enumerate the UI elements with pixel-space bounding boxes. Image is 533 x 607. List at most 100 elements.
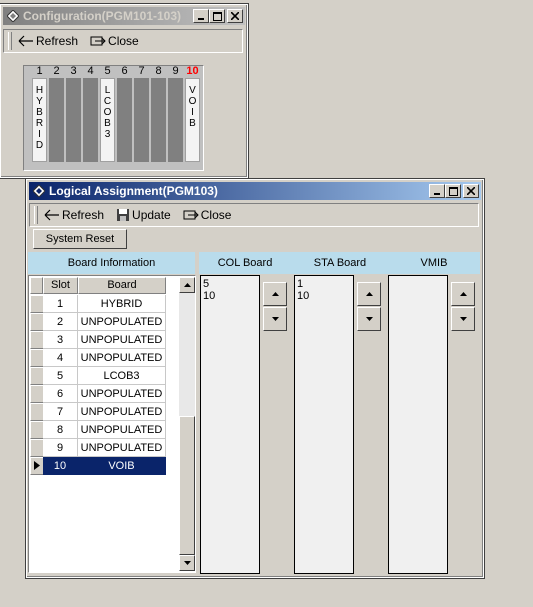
list-item[interactable]: 5 [203, 278, 257, 290]
table-row[interactable]: 8 UNPOPULATED [30, 421, 166, 439]
row-header[interactable] [30, 439, 44, 457]
maximize-button[interactable] [209, 9, 225, 23]
slot-cell[interactable]: 5 [43, 367, 78, 385]
board-grid-scrollbar[interactable] [179, 277, 195, 571]
refresh-label: Refresh [36, 34, 79, 48]
board-cell[interactable]: UNPOPULATED [78, 385, 166, 403]
slot-cell[interactable]: 8 [43, 421, 78, 439]
slot-card[interactable] [134, 78, 149, 162]
slot-card[interactable]: H Y B R I D [32, 78, 47, 162]
slot-card[interactable] [168, 78, 183, 162]
table-row[interactable]: 1 HYBRID [30, 295, 166, 313]
slot-card[interactable] [83, 78, 98, 162]
table-row[interactable]: 3 UNPOPULATED [30, 331, 166, 349]
close-button[interactable]: Close [183, 208, 231, 222]
row-header[interactable] [30, 349, 44, 367]
minimize-button[interactable] [429, 184, 445, 198]
board-cell[interactable]: UNPOPULATED [78, 421, 166, 439]
column-header-slot[interactable]: Slot [43, 277, 78, 294]
slot-cell[interactable]: 1 [43, 295, 78, 313]
board-cell[interactable]: UNPOPULATED [78, 349, 166, 367]
row-header[interactable] [30, 295, 44, 313]
list-item[interactable]: 10 [297, 290, 351, 302]
slot-card[interactable] [117, 78, 132, 162]
configuration-titlebar[interactable]: Configuration(PGM101-103) [3, 7, 245, 25]
table-row[interactable]: 10 VOIB [30, 457, 166, 475]
list-item[interactable]: 10 [203, 290, 257, 302]
maximize-button[interactable] [445, 184, 461, 198]
list-item[interactable]: 1 [297, 278, 351, 290]
slot-number: 9 [172, 65, 179, 77]
app-icon [6, 9, 20, 23]
slot-cell[interactable]: 7 [43, 403, 78, 421]
col-board-down-button[interactable] [263, 307, 287, 331]
vmib-list[interactable] [388, 275, 448, 574]
minimize-button[interactable] [193, 9, 209, 23]
app-icon [32, 184, 46, 198]
close-window-button[interactable] [227, 9, 243, 23]
close-door-icon [183, 210, 199, 220]
sta-board-down-button[interactable] [357, 307, 381, 331]
row-header[interactable] [30, 331, 44, 349]
board-cell[interactable]: VOIB [78, 457, 166, 475]
slot-card[interactable]: V O I B [185, 78, 200, 162]
board-cell[interactable]: LCOB3 [78, 367, 166, 385]
slot-card[interactable] [49, 78, 64, 162]
vmib-up-button[interactable] [451, 282, 475, 306]
row-header[interactable] [30, 421, 44, 439]
scroll-down-button[interactable] [179, 555, 195, 571]
sta-board-header: STA Board [313, 257, 367, 269]
board-cell[interactable]: UNPOPULATED [78, 403, 166, 421]
board-cell[interactable]: UNPOPULATED [78, 331, 166, 349]
slot-number: 10 [186, 65, 199, 77]
col-board-up-button[interactable] [263, 282, 287, 306]
table-row[interactable]: 4 UNPOPULATED [30, 349, 166, 367]
back-arrow-icon [18, 35, 33, 47]
board-cell[interactable]: UNPOPULATED [78, 439, 166, 457]
col-board-list[interactable]: 5 10 [200, 275, 260, 574]
row-header[interactable] [30, 385, 44, 403]
board-cell[interactable]: UNPOPULATED [78, 313, 166, 331]
scroll-up-button[interactable] [179, 277, 195, 293]
sta-board-list[interactable]: 1 10 [294, 275, 354, 574]
arrow-up-icon [183, 283, 191, 287]
refresh-button[interactable]: Refresh [18, 34, 78, 48]
sta-board-up-button[interactable] [357, 282, 381, 306]
slot-number: 1 [36, 65, 43, 77]
vmib-down-button[interactable] [451, 307, 475, 331]
slot-cell[interactable]: 4 [43, 349, 78, 367]
system-reset-label: System Reset [45, 233, 115, 245]
arrow-up-icon [365, 292, 373, 296]
table-row[interactable]: 6 UNPOPULATED [30, 385, 166, 403]
slot-cell[interactable]: 3 [43, 331, 78, 349]
back-arrow-icon [44, 209, 59, 221]
slot-cell[interactable]: 2 [43, 313, 78, 331]
row-header[interactable] [30, 367, 44, 385]
refresh-label: Refresh [62, 208, 105, 222]
table-row[interactable]: 7 UNPOPULATED [30, 403, 166, 421]
slot-number: 6 [121, 65, 128, 77]
table-row[interactable]: 5 LCOB3 [30, 367, 166, 385]
slot-card[interactable] [66, 78, 81, 162]
row-header[interactable] [30, 403, 44, 421]
row-header[interactable] [30, 313, 44, 331]
slot-card[interactable] [151, 78, 166, 162]
column-header-board[interactable]: Board [78, 277, 166, 294]
slot-cell[interactable]: 6 [43, 385, 78, 403]
table-row[interactable]: 2 UNPOPULATED [30, 313, 166, 331]
close-window-button[interactable] [463, 184, 479, 198]
slot-card-label: H Y B R I D [35, 85, 44, 151]
row-header[interactable] [30, 457, 44, 475]
slot-cell[interactable]: 9 [43, 439, 78, 457]
table-row[interactable]: 9 UNPOPULATED [30, 439, 166, 457]
system-reset-button[interactable]: System Reset [33, 229, 127, 249]
close-button[interactable]: Close [90, 34, 139, 48]
slot-card[interactable]: L C O B 3 [100, 78, 115, 162]
logical-titlebar[interactable]: Logical Assignment(PGM103) [29, 182, 481, 200]
scroll-thumb[interactable] [179, 416, 195, 555]
slot-cell[interactable]: 10 [43, 457, 78, 475]
board-cell[interactable]: HYBRID [78, 295, 166, 313]
update-button[interactable]: Update [116, 208, 171, 222]
grid-corner [30, 277, 43, 294]
refresh-button[interactable]: Refresh [44, 208, 104, 222]
